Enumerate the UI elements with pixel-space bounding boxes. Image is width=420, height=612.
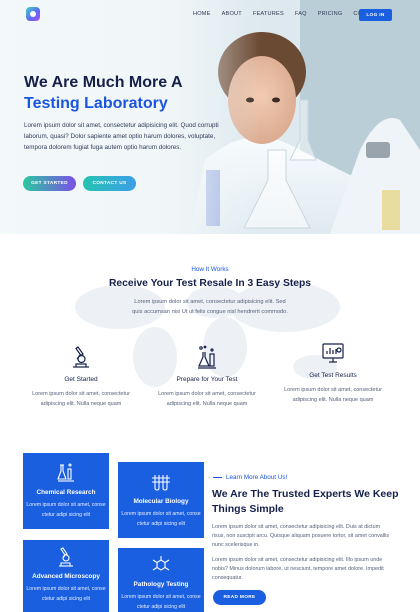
top-navigation: HOME ABOUT FEATURES FAQ PRICING CONTACT … xyxy=(0,0,420,30)
test-tubes-icon xyxy=(152,475,170,491)
service-card-molecular-biology[interactable]: Molecular Biology Lorem ipsum dolor sit … xyxy=(118,462,204,538)
nav-item-faq[interactable]: FAQ xyxy=(295,11,307,17)
read-more-button[interactable]: READ MORE xyxy=(213,590,266,605)
nav-item-pricing[interactable]: PRICING xyxy=(318,11,343,17)
step-get-started: Get Started Lorem ipsum dolor sit amet, … xyxy=(21,344,141,409)
service-card-text: Lorem ipsum dolor sit amet, conse ctetur… xyxy=(121,511,201,527)
hero-description: Lorem ipsum dolor sit amet, consectetur … xyxy=(24,122,219,151)
lab-flasks-icon xyxy=(198,345,216,369)
about-eyebrow-text: Learn More About Us! xyxy=(226,474,288,481)
nav-item-home[interactable]: HOME xyxy=(193,11,211,17)
service-card-title: Chemical Research xyxy=(36,489,96,496)
nav-item-about[interactable]: ABOUT xyxy=(222,11,242,17)
microscope-icon xyxy=(73,346,89,368)
service-card-text: Lorem ipsum dolor sit amet, conse ctetur… xyxy=(26,502,106,518)
steps-heading: Receive Your Test Resale In 3 Easy Steps xyxy=(108,278,312,289)
step-title: Get Started xyxy=(64,376,98,383)
step-prepare: Prepare for Your Test Lorem ipsum dolor … xyxy=(147,344,267,409)
about-heading: We Are The Trusted Experts We Keep Thing… xyxy=(212,488,399,515)
hero-section: We Are Much More A Testing Laboratory Lo… xyxy=(0,0,420,234)
about-paragraph-2: Lorem ipsum dolor sit amet, consectetur … xyxy=(212,557,384,581)
service-card-text: Lorem ipsum dolor sit amet, conse ctetur… xyxy=(121,594,201,610)
service-card-title: Pathology Testing xyxy=(133,581,189,588)
hero-title-line2: Testing Laboratory xyxy=(24,95,168,112)
flasks-icon xyxy=(57,463,74,482)
step-text: Lorem ipsum dolor sit amet, consectetur … xyxy=(32,391,130,407)
hero-title: We Are Much More A Testing Laboratory xyxy=(24,72,183,114)
step-title: Get Test Results xyxy=(309,372,357,379)
about-paragraph-1: Lorem ipsum dolor sit amet, consectetur … xyxy=(212,524,390,548)
login-button[interactable]: LOG IN xyxy=(359,9,392,21)
monitor-results-icon xyxy=(322,343,344,363)
nav-item-features[interactable]: FEATURES xyxy=(253,11,284,17)
eyebrow-line xyxy=(213,477,222,478)
step-text: Lorem ipsum dolor sit amet, consectetur … xyxy=(158,391,256,407)
steps-description: Lorem ipsum dolor sit amet, consectetur … xyxy=(132,299,288,315)
service-card-chemical-research[interactable]: Chemical Research Lorem ipsum dolor sit … xyxy=(23,453,109,529)
service-card-title: Molecular Biology xyxy=(133,498,189,505)
service-card-text: Lorem ipsum dolor sit amet, conse ctetur… xyxy=(26,586,106,602)
service-card-title: Advanced Microscopy xyxy=(32,573,100,580)
brand-logo-icon[interactable] xyxy=(26,7,40,21)
step-text: Lorem ipsum dolor sit amet, consectetur … xyxy=(284,387,382,403)
step-results: Get Test Results Lorem ipsum dolor sit a… xyxy=(273,340,393,405)
hero-title-line1: We Are Much More A xyxy=(24,74,183,91)
contact-us-button[interactable]: CONTACT US xyxy=(83,176,136,191)
molecule-icon xyxy=(152,556,170,571)
microscope-icon xyxy=(59,547,73,567)
get-started-button[interactable]: GET STARTED xyxy=(23,176,76,191)
about-eyebrow: Learn More About Us! xyxy=(213,474,287,481)
how-it-works-label: How It Works xyxy=(191,266,229,273)
service-card-advanced-microscopy[interactable]: Advanced Microscopy Lorem ipsum dolor si… xyxy=(23,540,109,612)
service-card-pathology-testing[interactable]: Pathology Testing Lorem ipsum dolor sit … xyxy=(118,548,204,612)
step-title: Prepare for Your Test xyxy=(176,376,238,383)
